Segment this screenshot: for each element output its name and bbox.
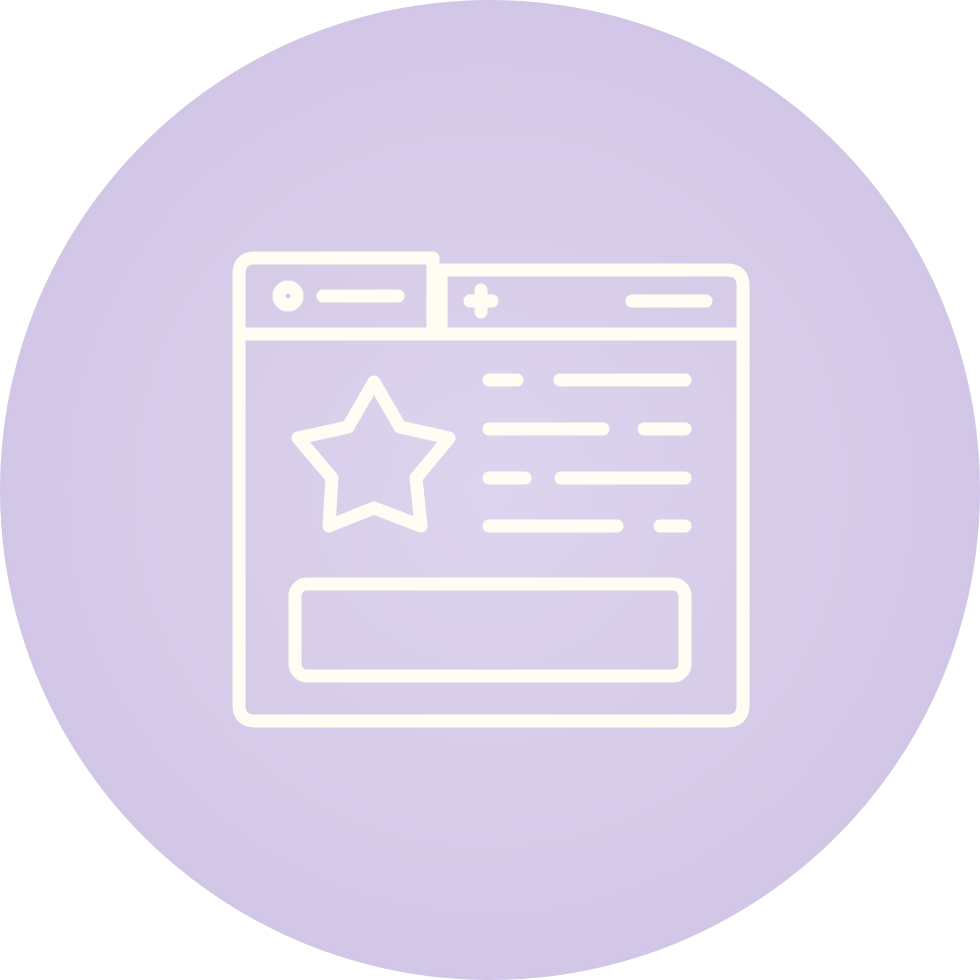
browser-favorite-page-icon [232,251,750,728]
star-icon [291,375,456,533]
content-box [288,577,692,683]
text-lines [482,373,692,533]
icon-canvas [0,0,980,980]
new-tab-plus-icon [463,283,499,319]
window-frame [232,251,750,728]
tab-favicon-icon [272,280,304,312]
browser-window-icon [232,251,750,728]
active-tab [272,280,405,312]
